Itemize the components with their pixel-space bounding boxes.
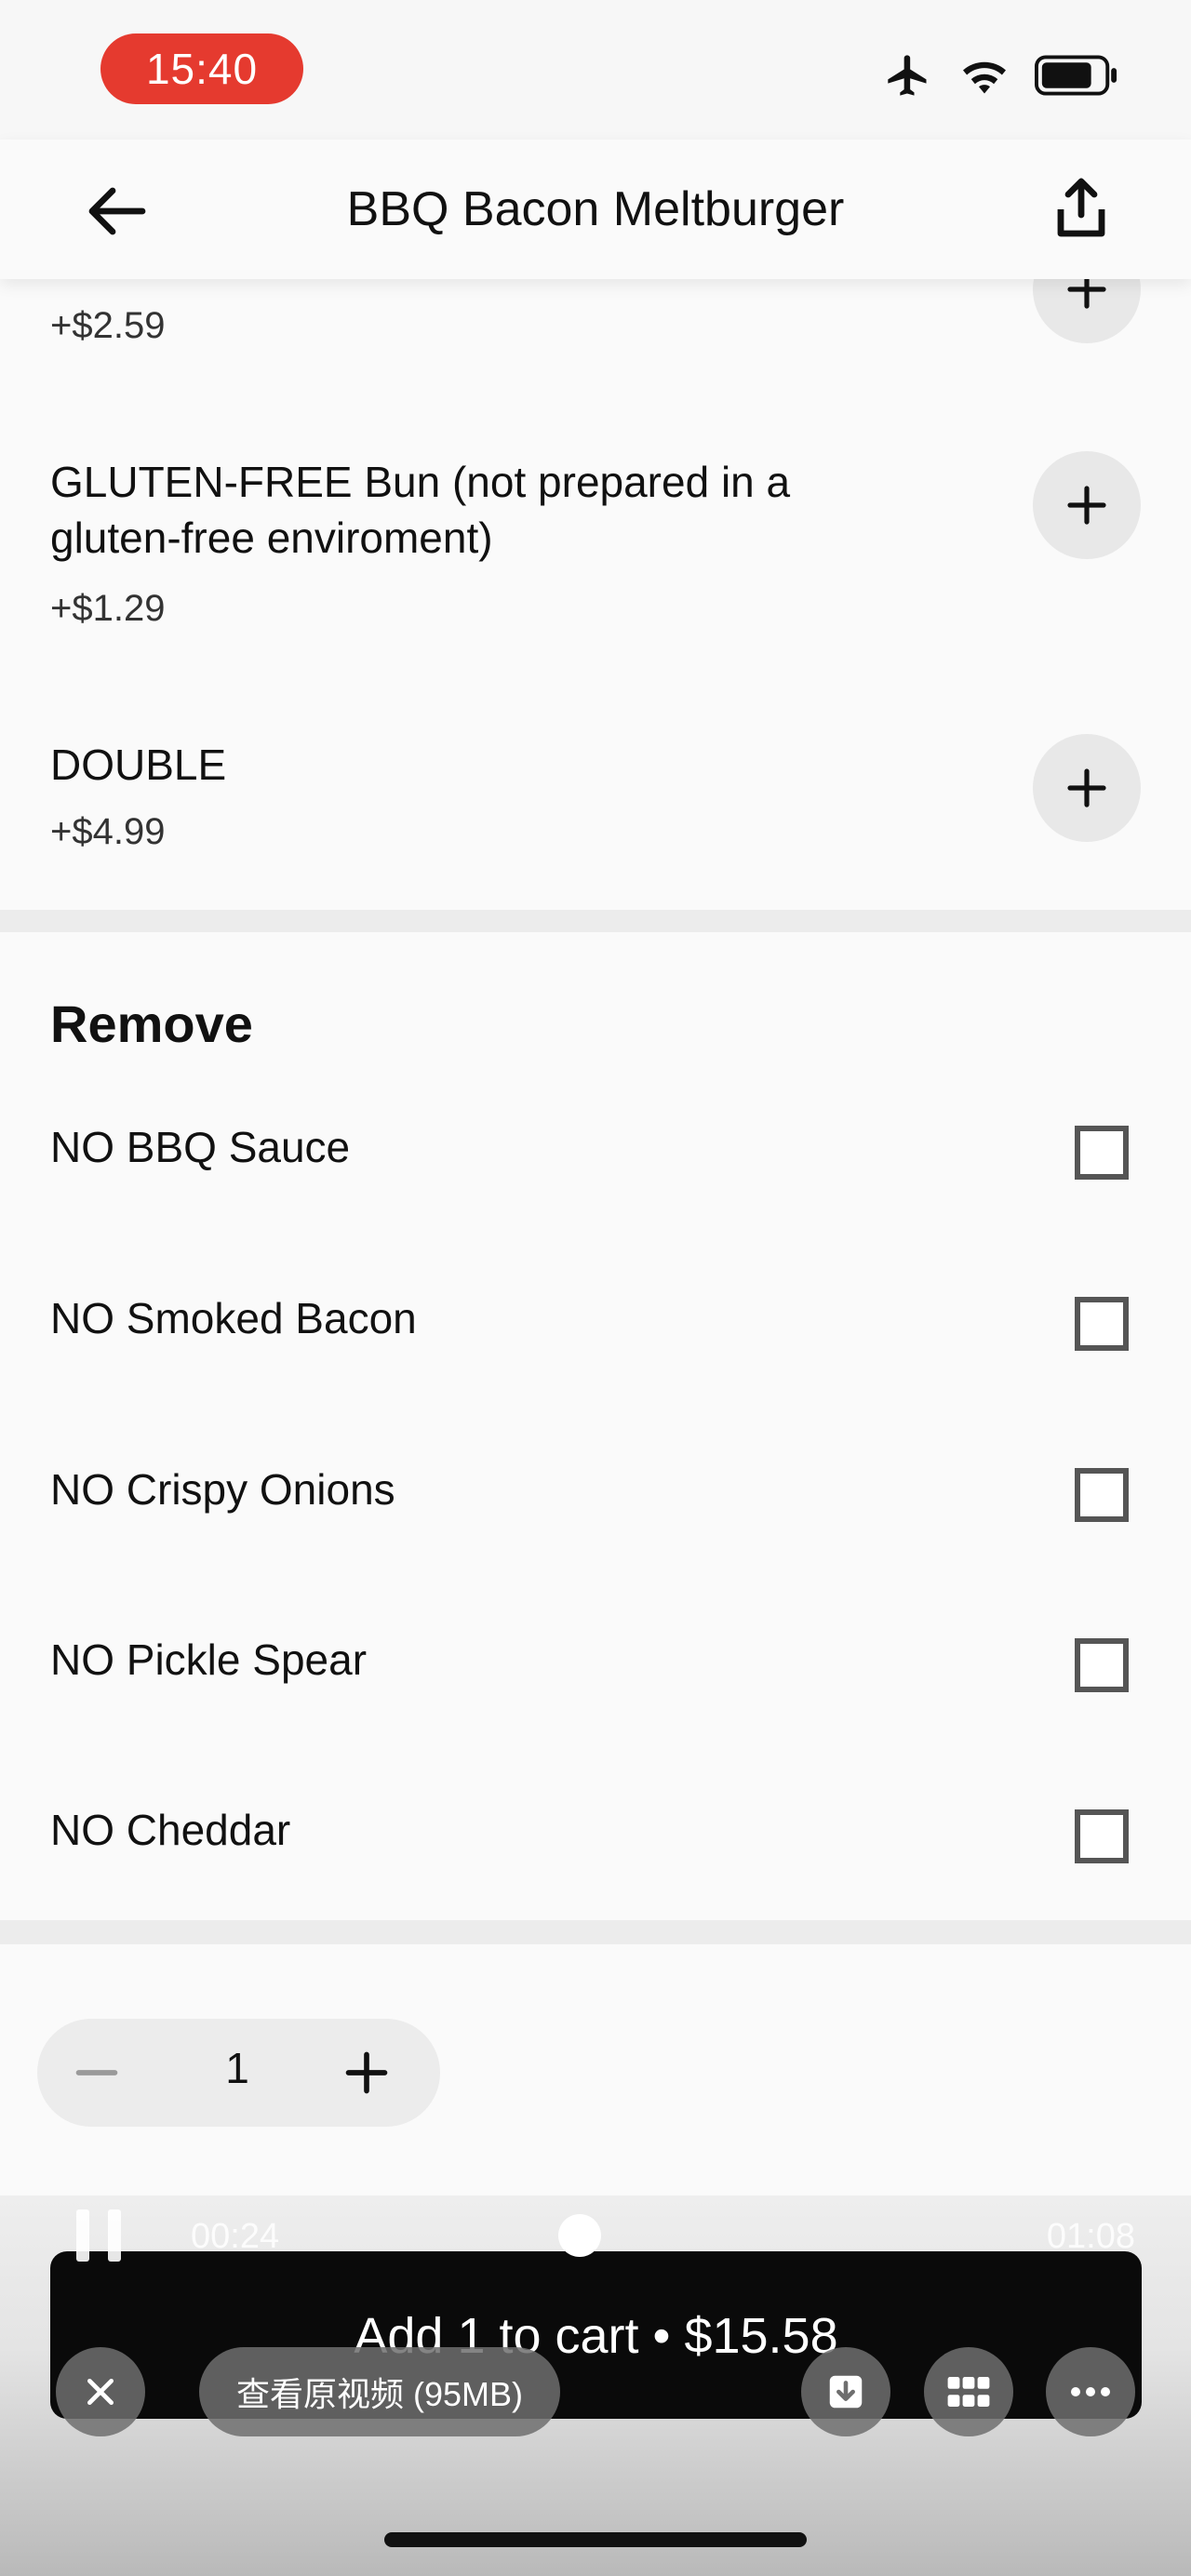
- share-button[interactable]: [1044, 171, 1118, 246]
- decrease-quantity-button[interactable]: [65, 2041, 128, 2104]
- no-pickle-spear-checkbox[interactable]: [1075, 1638, 1129, 1692]
- battery-icon: [1035, 55, 1118, 100]
- remove-option-label: NO Cheddar: [50, 1806, 291, 1854]
- option-price: +$2.59: [50, 305, 166, 346]
- close-button[interactable]: [56, 2347, 145, 2436]
- no-bbq-sauce-checkbox[interactable]: [1075, 1126, 1129, 1180]
- addons-section: +$2.59 GLUTEN-FREE Bun (not prepared in …: [0, 235, 1191, 910]
- more-icon: [1071, 2387, 1110, 2396]
- close-icon: [87, 2379, 114, 2405]
- back-button[interactable]: [84, 179, 149, 244]
- grid-button[interactable]: [924, 2347, 1013, 2436]
- quantity-area: 1: [0, 1944, 1191, 2196]
- option-label: DOUBLE: [50, 741, 227, 789]
- option-price: +$1.29: [50, 588, 166, 629]
- no-crispy-onions-checkbox[interactable]: [1075, 1468, 1129, 1522]
- download-button[interactable]: [801, 2347, 890, 2436]
- minus-icon: [75, 2070, 118, 2075]
- add-double-button[interactable]: [1033, 734, 1141, 842]
- home-indicator: [384, 2532, 807, 2547]
- total-time: 01:08: [1046, 2217, 1135, 2256]
- option-label: GLUTEN-FREE Bun (not prepared in a glute…: [50, 458, 791, 562]
- quantity-stepper: 1: [37, 2019, 440, 2127]
- share-icon: [1057, 178, 1105, 237]
- video-scrubber-handle[interactable]: [558, 2214, 601, 2257]
- section-title: Remove: [50, 994, 253, 1053]
- no-cheddar-checkbox[interactable]: [1075, 1809, 1129, 1863]
- current-time: 00:24: [191, 2217, 280, 2256]
- status-icons: [882, 51, 1118, 104]
- status-bar: 15:40: [0, 0, 1191, 140]
- more-button[interactable]: [1046, 2347, 1135, 2436]
- remove-option-label: NO Pickle Spear: [50, 1635, 368, 1684]
- video-controls: 查看原视频 (95MB): [0, 2347, 1191, 2436]
- arrow-left-icon: [88, 187, 146, 235]
- page-title: BBQ Bacon Meltburger: [346, 182, 845, 236]
- grid-icon: [947, 2377, 990, 2407]
- quantity-value: 1: [225, 2044, 249, 2092]
- view-original-video-button[interactable]: 查看原视频 (95MB): [199, 2347, 561, 2436]
- pause-button[interactable]: [76, 2209, 125, 2262]
- nav-bar: BBQ Bacon Meltburger: [0, 140, 1191, 279]
- plus-icon: [1067, 486, 1106, 525]
- download-icon: [829, 2375, 863, 2409]
- section-divider: [0, 910, 1191, 932]
- remove-option-label: NO Crispy Onions: [50, 1465, 395, 1514]
- remove-option-label: NO Smoked Bacon: [50, 1294, 417, 1342]
- remove-option-label: NO BBQ Sauce: [50, 1123, 351, 1171]
- remove-section: Remove NO BBQ Sauce NO Smoked Bacon NO C…: [0, 932, 1191, 1920]
- option-price: +$4.99: [50, 811, 166, 852]
- plus-icon: [345, 2051, 388, 2094]
- increase-quantity-button[interactable]: [335, 2041, 398, 2104]
- view-original-label: 查看原视频 (95MB): [236, 2375, 524, 2413]
- no-smoked-bacon-checkbox[interactable]: [1075, 1297, 1129, 1351]
- wifi-icon: [958, 54, 1010, 101]
- section-divider: [0, 1920, 1191, 1944]
- plus-icon: [1067, 768, 1106, 808]
- status-time: 15:40: [100, 33, 303, 104]
- airplane-icon: [882, 51, 934, 104]
- add-gluten-free-bun-button[interactable]: [1033, 451, 1141, 559]
